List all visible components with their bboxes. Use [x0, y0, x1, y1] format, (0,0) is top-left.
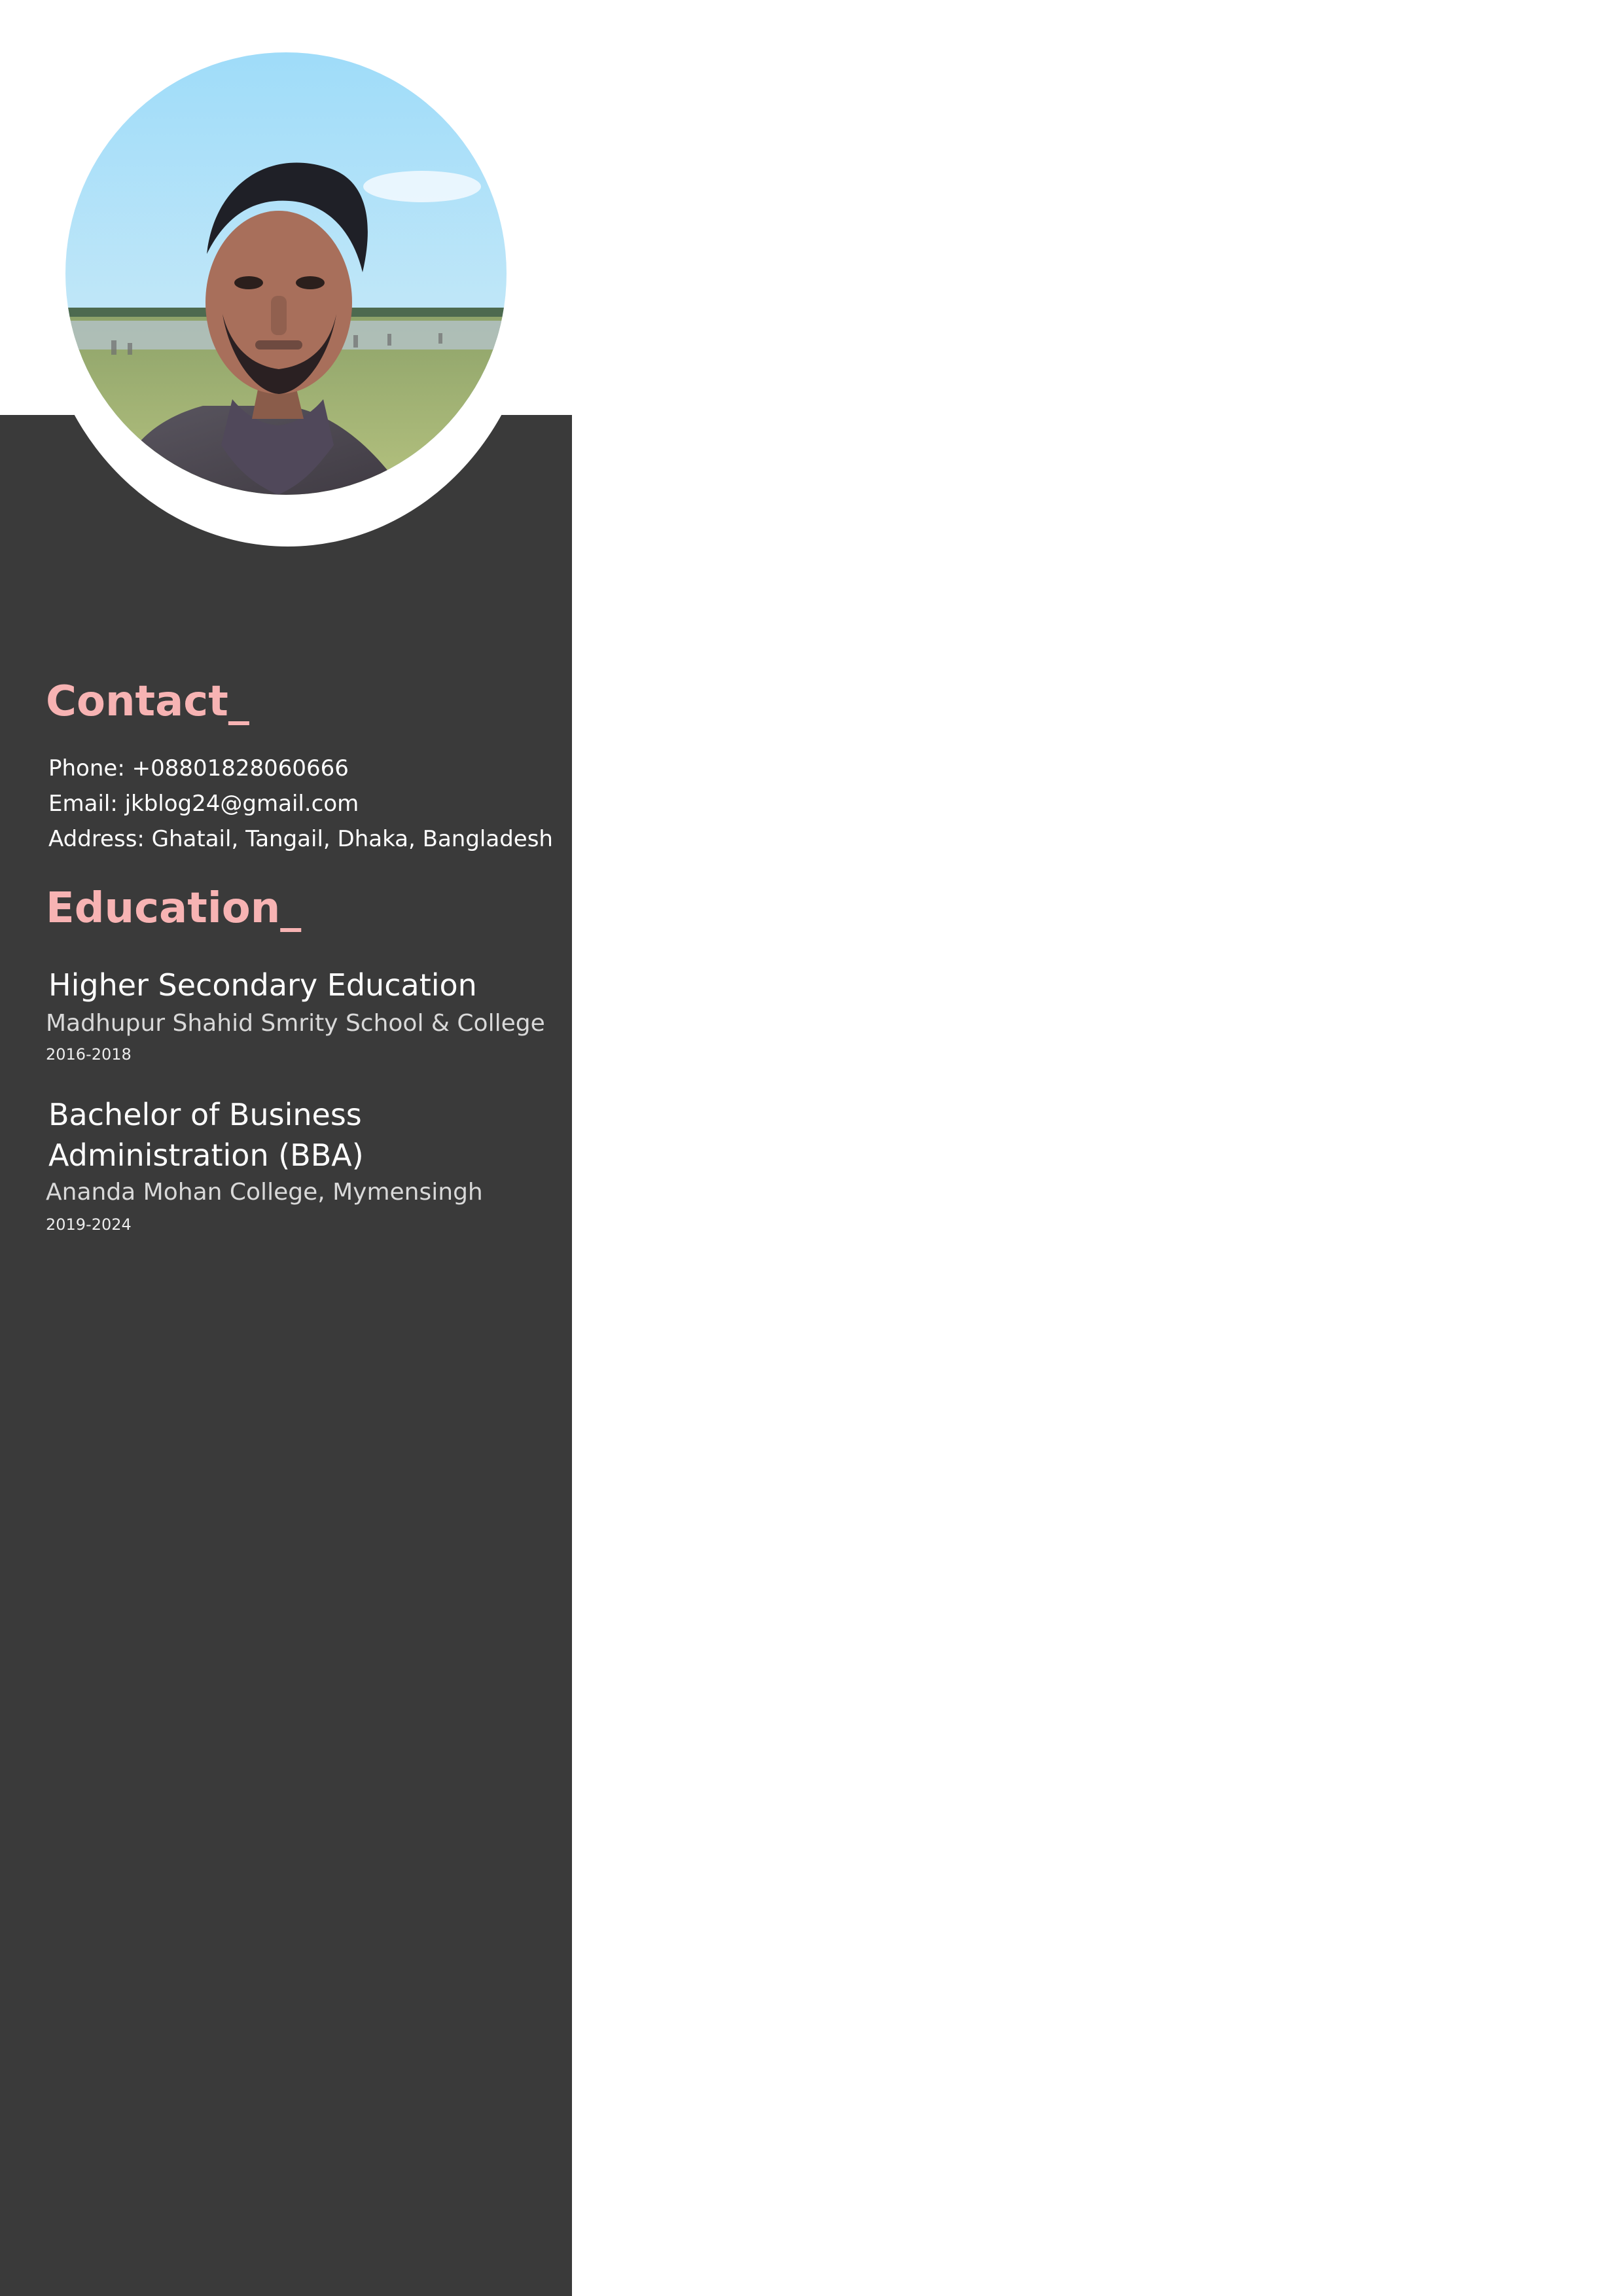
email-line: Email: jkblog24@gmail.com	[48, 791, 359, 817]
education-heading: Education_	[46, 884, 302, 933]
education-item-2-years: 2019-2024	[46, 1215, 132, 1234]
education-item-2-degree-line-2: Administration (BBA)	[48, 1138, 364, 1173]
contact-heading: Contact_	[46, 677, 249, 726]
education-item-1-school: Madhupur Shahid Smrity School & College	[46, 1010, 545, 1037]
education-item-2-degree-line-1: Bachelor of Business	[48, 1097, 362, 1132]
phone-line: Phone: +08801828060666	[48, 755, 349, 781]
contact-list: Phone: +08801828060666 Email: jkblog24@g…	[48, 751, 553, 857]
profile-photo	[65, 52, 507, 495]
address-line: Address: Ghatail, Tangail, Dhaka, Bangla…	[48, 826, 553, 852]
education-item-1-years: 2016-2018	[46, 1045, 132, 1064]
education-item-1-degree: Higher Secondary Education	[48, 967, 477, 1003]
education-item-2-school: Ananda Mohan College, Mymensingh	[46, 1179, 483, 1206]
